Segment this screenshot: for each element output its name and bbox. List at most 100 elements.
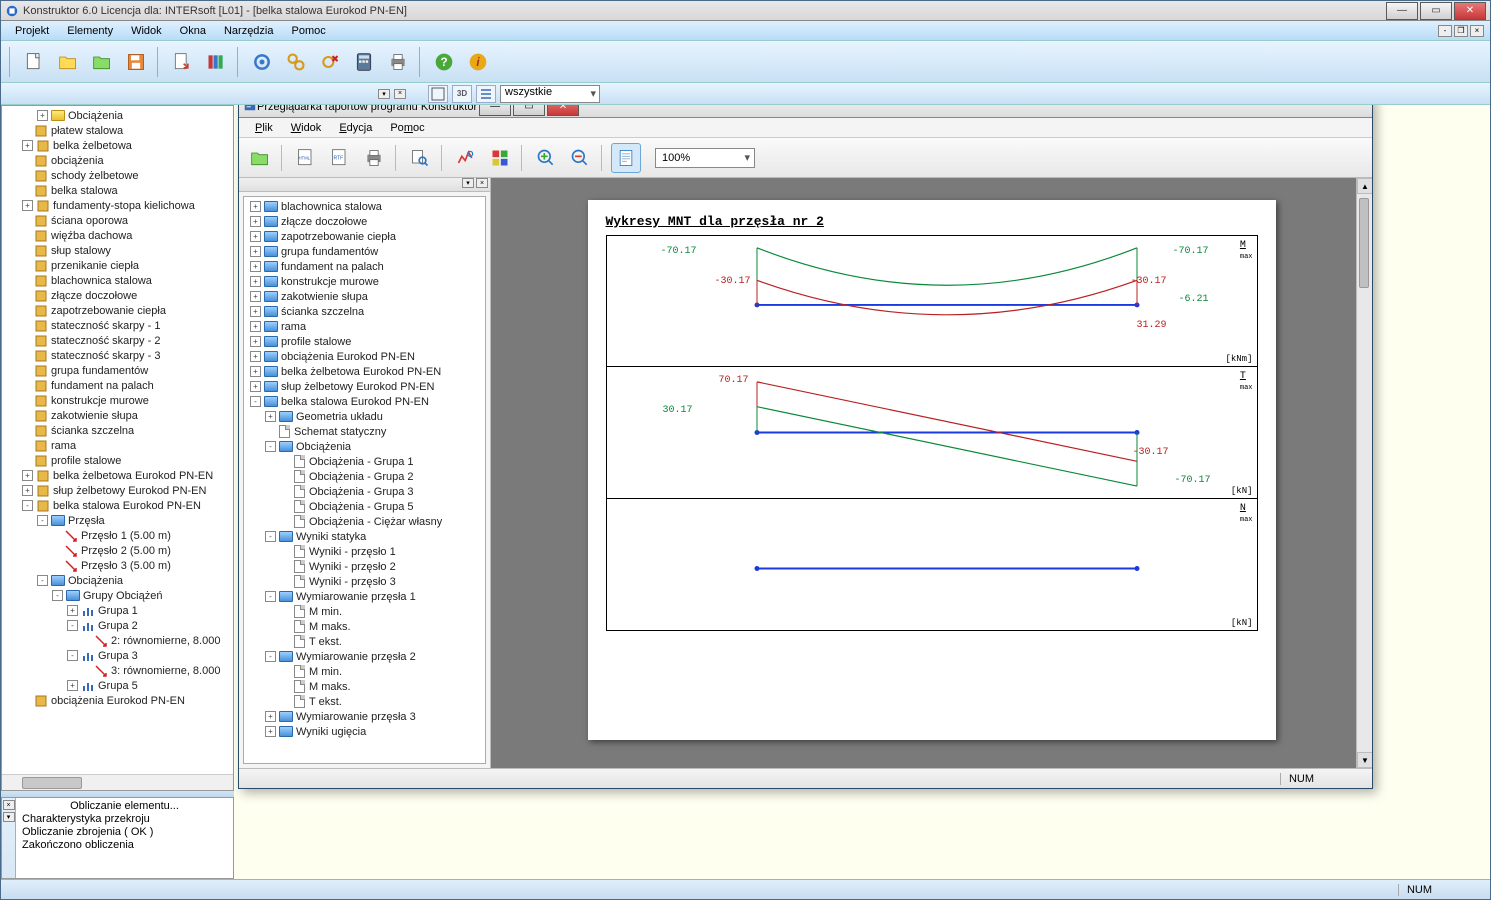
tree-item[interactable]: blachownica stalowa <box>2 273 233 288</box>
tree-toggle[interactable]: + <box>250 381 261 392</box>
tree-item[interactable]: słup stalowy <box>2 243 233 258</box>
tree-item[interactable]: +fundament na palach <box>244 259 485 274</box>
tree-item[interactable]: ściana oporowa <box>2 213 233 228</box>
tree-item[interactable]: ścianka szczelna <box>2 423 233 438</box>
tree-toggle[interactable]: - <box>67 620 78 631</box>
report-menu-widok[interactable]: Widok <box>283 120 330 136</box>
project-tree[interactable]: +Obciążeniapłatew stalowa+belka żelbetow… <box>2 106 233 774</box>
tree-toggle[interactable]: - <box>265 441 276 452</box>
tree-toggle[interactable]: - <box>52 590 63 601</box>
tree-item[interactable]: schody żelbetowe <box>2 168 233 183</box>
tree-item[interactable]: +zakotwienie słupa <box>244 289 485 304</box>
dock-dropdown[interactable]: ▾ <box>378 89 390 99</box>
page-export-button[interactable] <box>167 47 197 77</box>
tree-item[interactable]: stateczność skarpy - 1 <box>2 318 233 333</box>
tree-item[interactable]: obciążenia <box>2 153 233 168</box>
rep-tree-dropdown[interactable]: ▾ <box>462 178 474 188</box>
tree-item[interactable]: +konstrukcje murowe <box>244 274 485 289</box>
tree-item[interactable]: rama <box>2 438 233 453</box>
tree-item[interactable]: więźba dachowa <box>2 228 233 243</box>
view-3d-button[interactable]: 3D <box>452 85 472 103</box>
tree-item[interactable]: +fundamenty-stopa kielichowa <box>2 198 233 213</box>
log-close[interactable]: × <box>3 800 15 810</box>
tree-item[interactable]: -belka stalowa Eurokod PN-EN <box>244 394 485 409</box>
tree-item[interactable]: +słup żelbetowy Eurokod PN-EN <box>2 483 233 498</box>
tree-item[interactable]: +blachownica stalowa <box>244 199 485 214</box>
tree-item[interactable]: przenikanie ciepła <box>2 258 233 273</box>
tree-item[interactable]: Obciążenia - Ciężar własny <box>244 514 485 529</box>
tree-item[interactable]: -Grupa 2 <box>2 618 233 633</box>
tree-item[interactable]: -Obciążenia <box>2 573 233 588</box>
filter-combo[interactable]: wszystkie <box>500 85 600 103</box>
zoom-combo[interactable]: 100% <box>655 148 755 168</box>
tree-item[interactable]: +rama <box>244 319 485 334</box>
tree-item[interactable]: Przęsło 3 (5.00 m) <box>2 558 233 573</box>
info-button[interactable]: i <box>463 47 493 77</box>
tree-item[interactable]: T ekst. <box>244 694 485 709</box>
zoom-out-button[interactable] <box>565 143 595 173</box>
log-dropdown[interactable]: ▾ <box>3 812 15 822</box>
export-rtf-button[interactable]: RTF <box>325 143 355 173</box>
tree-item[interactable]: +belka żelbetowa Eurokod PN-EN <box>244 364 485 379</box>
export-html-button[interactable]: HTML <box>291 143 321 173</box>
tree-item[interactable]: Przęsło 1 (5.00 m) <box>2 528 233 543</box>
help-button[interactable]: ? <box>429 47 459 77</box>
report-page-viewport[interactable]: Wykresy MNT dla przęsła nr 2 <box>491 178 1372 768</box>
calculator-button[interactable] <box>349 47 379 77</box>
tree-item[interactable]: +grupa fundamentów <box>244 244 485 259</box>
tree-item[interactable]: profile stalowe <box>2 453 233 468</box>
tree-item[interactable]: +Wymiarowanie przęsła 3 <box>244 709 485 724</box>
open-button[interactable] <box>53 47 83 77</box>
tree-toggle[interactable]: + <box>22 485 33 496</box>
tree-toggle[interactable]: - <box>265 531 276 542</box>
tree-item[interactable]: Obciążenia - Grupa 3 <box>244 484 485 499</box>
report-menu-pomoc[interactable]: Pomoc <box>382 120 432 136</box>
tree-toggle[interactable]: + <box>265 711 276 722</box>
tree-item[interactable]: +ścianka szczelna <box>244 304 485 319</box>
tree-toggle[interactable]: - <box>265 651 276 662</box>
tree-toggle[interactable]: - <box>67 650 78 661</box>
tree-item[interactable]: Wyniki - przęsło 3 <box>244 574 485 589</box>
report-print-button[interactable] <box>359 143 389 173</box>
maximize-button[interactable]: ▭ <box>1420 2 1452 20</box>
tree-item[interactable]: +belka żelbetowa <box>2 138 233 153</box>
tree-item[interactable]: -Wymiarowanie przęsła 1 <box>244 589 485 604</box>
close-button[interactable]: ✕ <box>1454 2 1486 20</box>
dock-close[interactable]: × <box>394 89 406 99</box>
tree-toggle[interactable]: + <box>22 200 33 211</box>
tree-item[interactable]: belka stalowa <box>2 183 233 198</box>
tree-item[interactable]: +belka żelbetowa Eurokod PN-EN <box>2 468 233 483</box>
tree-item[interactable]: +zapotrzebowanie ciepła <box>244 229 485 244</box>
tree-item[interactable]: płatew stalowa <box>2 123 233 138</box>
tree-toggle[interactable]: + <box>265 411 276 422</box>
tree-item[interactable]: M maks. <box>244 679 485 694</box>
tree-item[interactable]: 3: równomierne, 8.000 <box>2 663 233 678</box>
new-button[interactable] <box>19 47 49 77</box>
zoom-in-button[interactable] <box>531 143 561 173</box>
tree-item[interactable]: grupa fundamentów <box>2 363 233 378</box>
tree-toggle[interactable]: + <box>67 605 78 616</box>
tree-h-scrollbar[interactable] <box>2 774 233 790</box>
menu-projekt[interactable]: Projekt <box>7 23 57 39</box>
tree-toggle[interactable]: + <box>67 680 78 691</box>
tree-item[interactable]: M min. <box>244 664 485 679</box>
mdi-close[interactable]: × <box>1470 25 1484 37</box>
gear-delete-button[interactable] <box>315 47 345 77</box>
tree-item[interactable]: +obciążenia Eurokod PN-EN <box>244 349 485 364</box>
tree-item[interactable]: fundament na palach <box>2 378 233 393</box>
find-button[interactable] <box>405 143 435 173</box>
report-menu-edycja[interactable]: Edycja <box>331 120 380 136</box>
menu-okna[interactable]: Okna <box>172 23 214 39</box>
tree-toggle[interactable]: + <box>250 261 261 272</box>
tree-item[interactable]: +słup żelbetowy Eurokod PN-EN <box>244 379 485 394</box>
gear-blue-button[interactable] <box>247 47 277 77</box>
zoom-chart-button[interactable] <box>451 143 481 173</box>
view-2d-button[interactable] <box>428 85 448 103</box>
tree-item[interactable]: Wyniki - przęsło 1 <box>244 544 485 559</box>
tree-item[interactable]: +Obciążenia <box>2 108 233 123</box>
view-list-button[interactable] <box>476 85 496 103</box>
report-open-button[interactable] <box>245 143 275 173</box>
tree-toggle[interactable]: + <box>250 366 261 377</box>
mdi-restore[interactable]: ❐ <box>1454 25 1468 37</box>
tree-toggle[interactable]: + <box>250 216 261 227</box>
